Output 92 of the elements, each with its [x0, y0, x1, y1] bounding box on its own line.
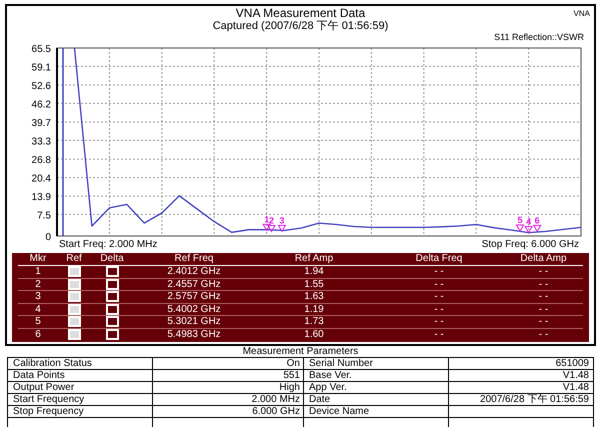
column-header: Delta Amp: [519, 253, 568, 265]
report-title: VNA Measurement Data: [236, 7, 366, 20]
table-cell-text: 5: [34, 316, 42, 328]
measurement-label: S11 Reflection::VSWR: [494, 33, 584, 42]
table-cell-text: - -: [538, 266, 550, 278]
table-cell-text: 1.63: [303, 291, 325, 302]
column-header: Ref: [65, 253, 83, 265]
delta-checkbox[interactable]: [106, 316, 118, 328]
y-tick-label: 33.3: [32, 136, 51, 148]
table-cell: V1.48: [449, 370, 593, 382]
column-header: Mkr: [28, 253, 48, 265]
table-cell: Date: [304, 394, 449, 406]
y-tick-label: 46.2: [32, 99, 51, 110]
table-cell: Calibration Status: [8, 358, 153, 370]
parameters-title: Measurement Parameters: [242, 346, 358, 357]
table-cell: 651009: [449, 358, 593, 370]
table-cell: App Ver.: [304, 382, 449, 394]
table-cell: High: [153, 382, 304, 394]
y-tick-label: 59.1: [32, 62, 51, 74]
y-tick-label: 65.5: [32, 44, 51, 55]
table-cell: V1.48: [449, 382, 593, 394]
table-cell-text: - -: [538, 304, 550, 315]
y-tick-label: 20.4: [32, 173, 51, 184]
ref-checkbox[interactable]: [68, 278, 80, 290]
table-cell-text: 3: [34, 291, 42, 302]
table-cell-text: 1.60: [303, 329, 325, 340]
app-label: VNA: [574, 8, 590, 20]
y-tick-label: 13.9: [32, 192, 51, 204]
y-tick-label: 39.7: [32, 118, 51, 130]
table-cell-text: - -: [433, 291, 445, 302]
delta-checkbox[interactable]: [106, 304, 118, 315]
marker-label: 6: [534, 215, 540, 226]
ref-checkbox[interactable]: [68, 266, 80, 278]
table-cell-text: 5.3021 GHz: [166, 316, 222, 328]
y-tick-label: 7.5: [37, 210, 51, 222]
ref-checkbox[interactable]: [68, 291, 80, 302]
table-cell-text: 2.4557 GHz: [166, 278, 222, 290]
table-cell-text: - -: [433, 266, 445, 278]
stop-frequency-label: Stop Freq: 6.000 GHz: [482, 239, 579, 250]
table-cell: Output Power: [8, 382, 153, 394]
table-cell: Serial Number: [304, 358, 449, 370]
table-cell-text: 1.55: [303, 278, 325, 290]
y-tick-label: 0: [45, 232, 51, 243]
table-cell-text: - -: [433, 329, 445, 340]
table-cell: 2007/6/28 下午 01:56:59: [449, 394, 593, 406]
table-cell: Device Name: [304, 406, 449, 418]
column-header: Delta Freq: [414, 253, 464, 265]
delta-checkbox[interactable]: [106, 266, 118, 278]
delta-checkbox[interactable]: [106, 278, 118, 290]
table-cell: On: [153, 358, 304, 370]
table-cell-text: 2.4012 GHz: [166, 266, 222, 278]
ref-checkbox[interactable]: [68, 304, 80, 315]
table-cell-text: 2: [34, 278, 42, 290]
ref-checkbox[interactable]: [68, 316, 80, 328]
table-cell: Data Points: [8, 370, 153, 382]
table-cell: Stop Frequency: [8, 406, 153, 418]
table-cell: Base Ver.: [304, 370, 449, 382]
table-cell-text: 4: [34, 304, 42, 315]
start-frequency-label: Start Freq: 2.000 MHz: [59, 239, 158, 250]
marker-label: 2: [268, 216, 274, 226]
table-cell-text: 5.4002 GHz: [166, 304, 222, 315]
table-cell: 2.000 MHz: [153, 394, 304, 406]
marker-label: 5: [518, 215, 523, 226]
table-cell-text: - -: [433, 304, 445, 315]
column-header: Delta: [99, 253, 125, 265]
table-cell-text: - -: [433, 278, 445, 290]
ref-checkbox[interactable]: [68, 329, 80, 340]
table-cell-text: 1.94: [303, 266, 325, 278]
table-cell: 6.000 GHz: [153, 406, 304, 418]
table-cell-text: 1.19: [303, 304, 325, 315]
marker-label: 3: [279, 215, 284, 226]
table-cell-text: 2.5757 GHz: [166, 291, 222, 302]
table-cell-text: - -: [538, 278, 550, 290]
table-cell-text: - -: [538, 329, 550, 340]
table-cell-text: - -: [538, 291, 550, 302]
table-cell-text: 5.4983 GHz: [166, 329, 222, 340]
table-cell-text: 1: [34, 266, 42, 278]
delta-checkbox[interactable]: [106, 329, 118, 340]
marker-label: 4: [526, 216, 532, 227]
table-cell-text: - -: [433, 316, 445, 328]
table-cell: Start Frequency: [8, 394, 153, 406]
table-cell-text: 6: [34, 329, 42, 340]
marker-label: 1: [264, 214, 270, 224]
delta-checkbox[interactable]: [106, 291, 118, 302]
y-tick-label: 26.8: [32, 155, 51, 166]
column-header: Ref Amp: [294, 253, 334, 265]
table-cell-text: 1.73: [303, 316, 325, 328]
table-cell-text: - -: [538, 316, 550, 328]
y-tick-label: 52.6: [32, 81, 51, 92]
table-cell: 551: [153, 370, 304, 382]
column-header: Ref Freq: [174, 253, 214, 265]
capture-timestamp: Captured (2007/6/28 下午 01:56:59): [212, 20, 388, 33]
